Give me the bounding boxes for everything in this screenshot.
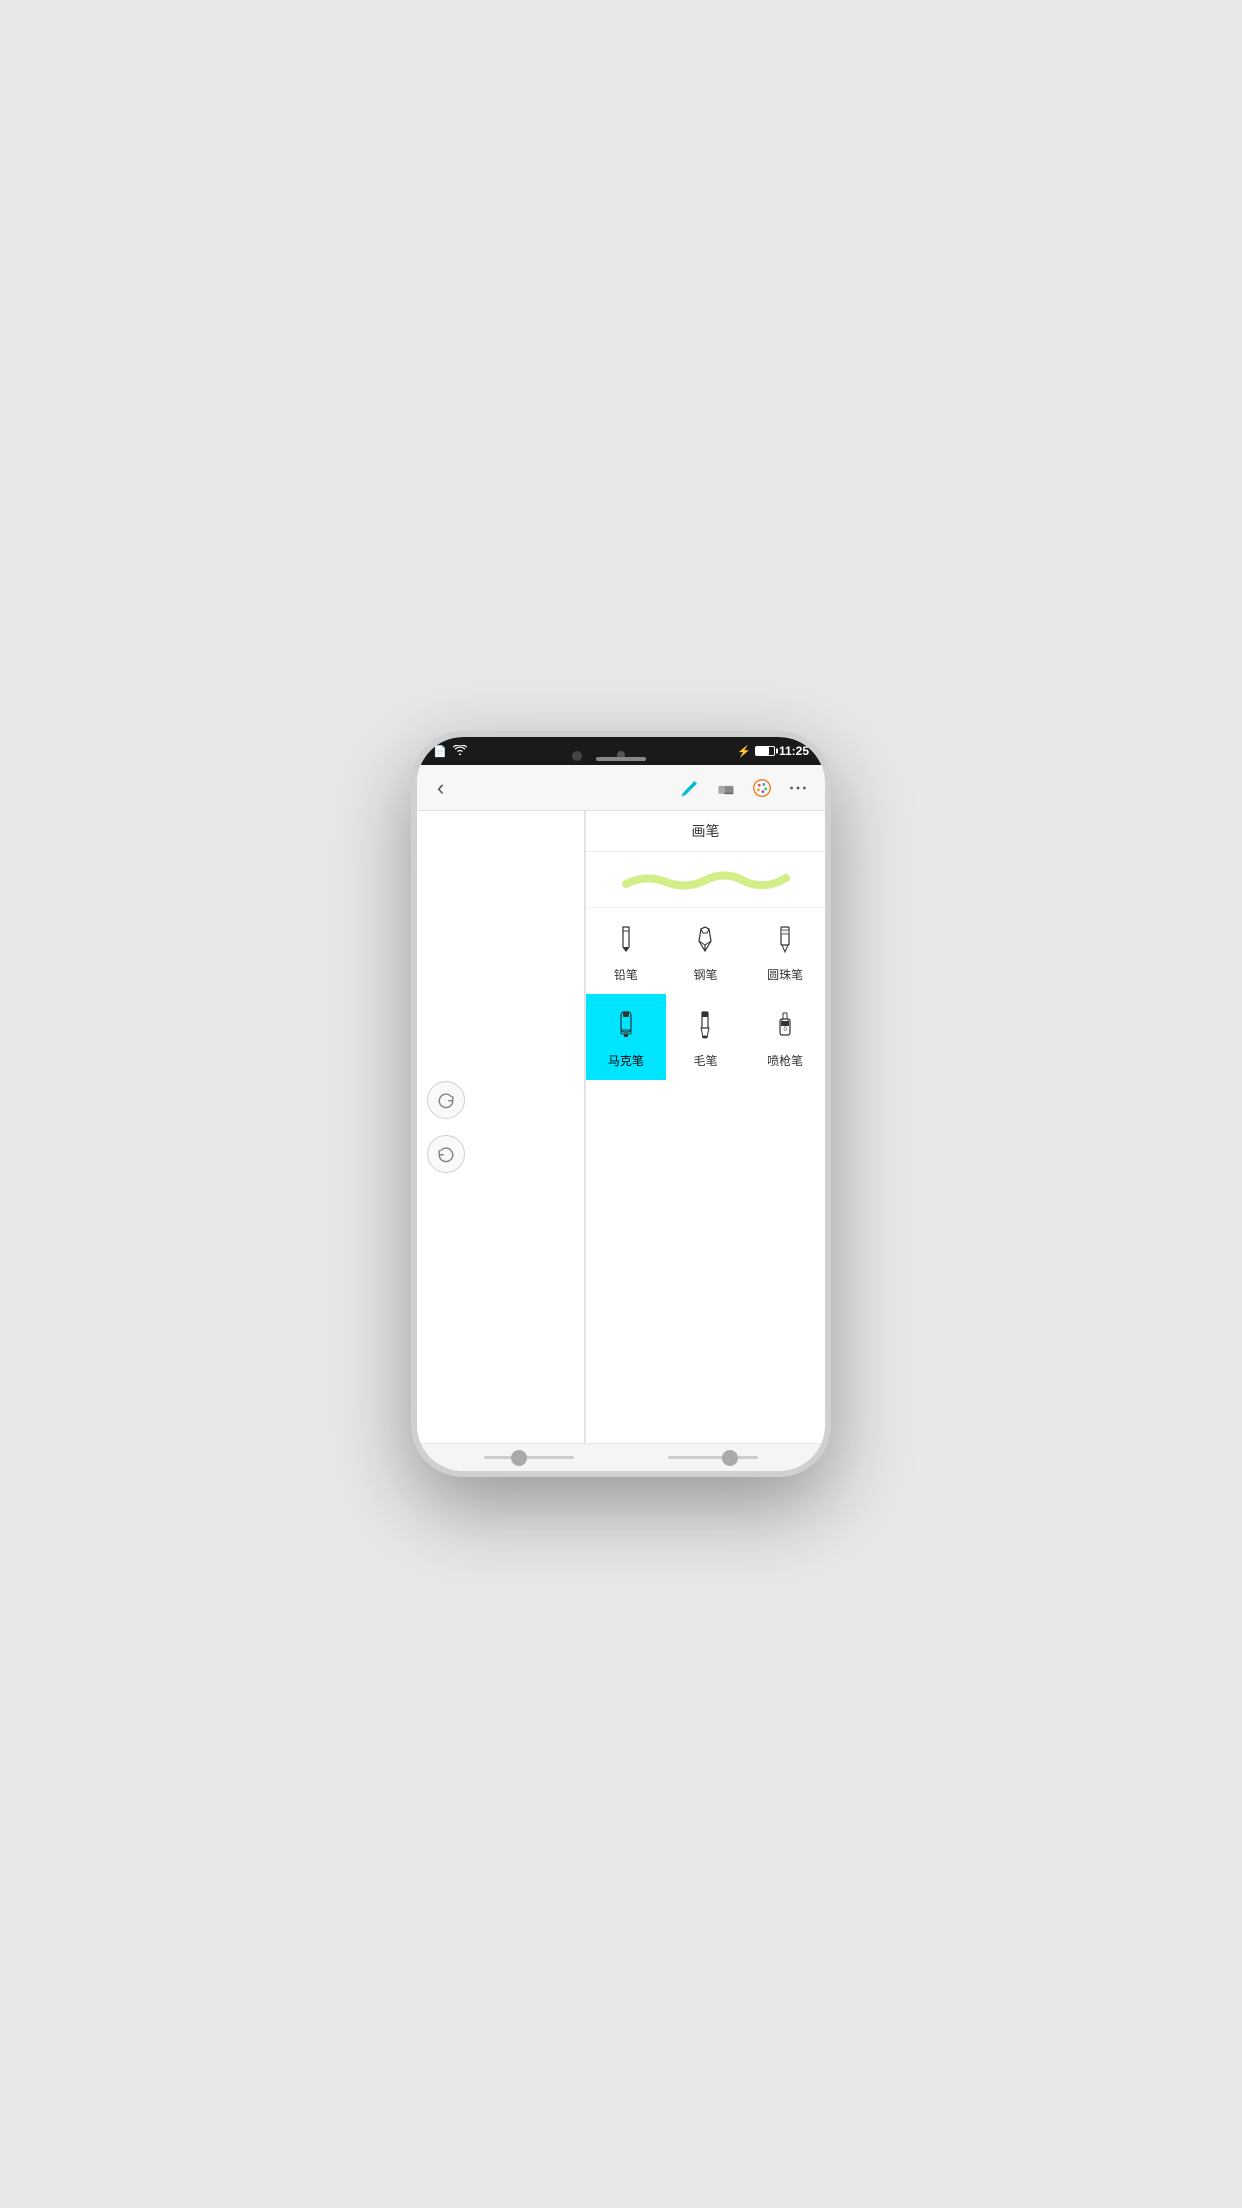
size-slider[interactable]	[484, 1456, 574, 1459]
bottom-sliders	[417, 1443, 825, 1471]
battery-icon	[755, 746, 775, 756]
phone-screen: 📄 ⚡ 11:25	[417, 737, 825, 1471]
bluetooth-icon: ⚡	[737, 745, 751, 758]
spray-label: 喷枪笔	[767, 1052, 803, 1069]
status-left: 📄	[433, 745, 467, 758]
undo-redo-controls	[427, 1081, 465, 1173]
pencil-label: 铅笔	[614, 966, 638, 983]
brush-type-grid: 铅笔 钢笔	[586, 908, 825, 1080]
pencil-icon	[610, 923, 642, 960]
status-right: ⚡ 11:25	[737, 744, 809, 758]
drawing-canvas[interactable]	[417, 811, 584, 1443]
canvas-area[interactable]	[417, 811, 585, 1443]
document-icon: 📄	[433, 745, 447, 758]
undo-button[interactable]	[427, 1135, 465, 1173]
main-area: 画笔	[417, 811, 825, 1443]
svg-text:0: 0	[784, 1027, 788, 1033]
brush-icon	[689, 1009, 721, 1046]
more-options-icon[interactable]	[787, 777, 809, 799]
brush-item-brush[interactable]: 毛笔	[666, 994, 746, 1080]
toolbar: ‹	[417, 765, 825, 811]
wifi-icon	[453, 745, 467, 758]
marker-label: 马克笔	[608, 1052, 644, 1069]
phone-frame: 📄 ⚡ 11:25	[411, 731, 831, 1477]
ballpoint-label: 圆珠笔	[767, 966, 803, 983]
size-slider-thumb[interactable]	[511, 1450, 527, 1466]
opacity-slider-thumb[interactable]	[722, 1450, 738, 1466]
ballpoint-icon	[769, 923, 801, 960]
brush-panel: 画笔	[585, 811, 825, 1443]
brush-preview	[586, 852, 825, 908]
time-display: 11:25	[779, 744, 809, 758]
spray-icon: 0	[769, 1009, 801, 1046]
brush-item-ballpoint[interactable]: 圆珠笔	[745, 908, 825, 994]
brush-item-marker[interactable]: 马克笔	[586, 994, 666, 1080]
pen-tool-icon[interactable]	[679, 777, 701, 799]
toolbar-icons	[679, 777, 809, 799]
pen-icon	[689, 923, 721, 960]
panel-title: 画笔	[586, 811, 825, 852]
app-content: ‹	[417, 765, 825, 1471]
brush-item-spray[interactable]: 0 喷枪笔	[745, 994, 825, 1080]
front-camera	[572, 751, 582, 761]
redo-button[interactable]	[427, 1081, 465, 1119]
speaker	[596, 757, 646, 761]
pen-label: 钢笔	[693, 966, 717, 983]
brush-item-pen[interactable]: 钢笔	[666, 908, 746, 994]
palette-tool-icon[interactable]	[751, 777, 773, 799]
brush-item-pencil[interactable]: 铅笔	[586, 908, 666, 994]
brush-label: 毛笔	[693, 1052, 717, 1069]
opacity-slider[interactable]	[668, 1456, 758, 1459]
marker-icon	[610, 1009, 642, 1046]
back-button[interactable]: ‹	[433, 771, 448, 805]
eraser-tool-icon[interactable]	[715, 777, 737, 799]
